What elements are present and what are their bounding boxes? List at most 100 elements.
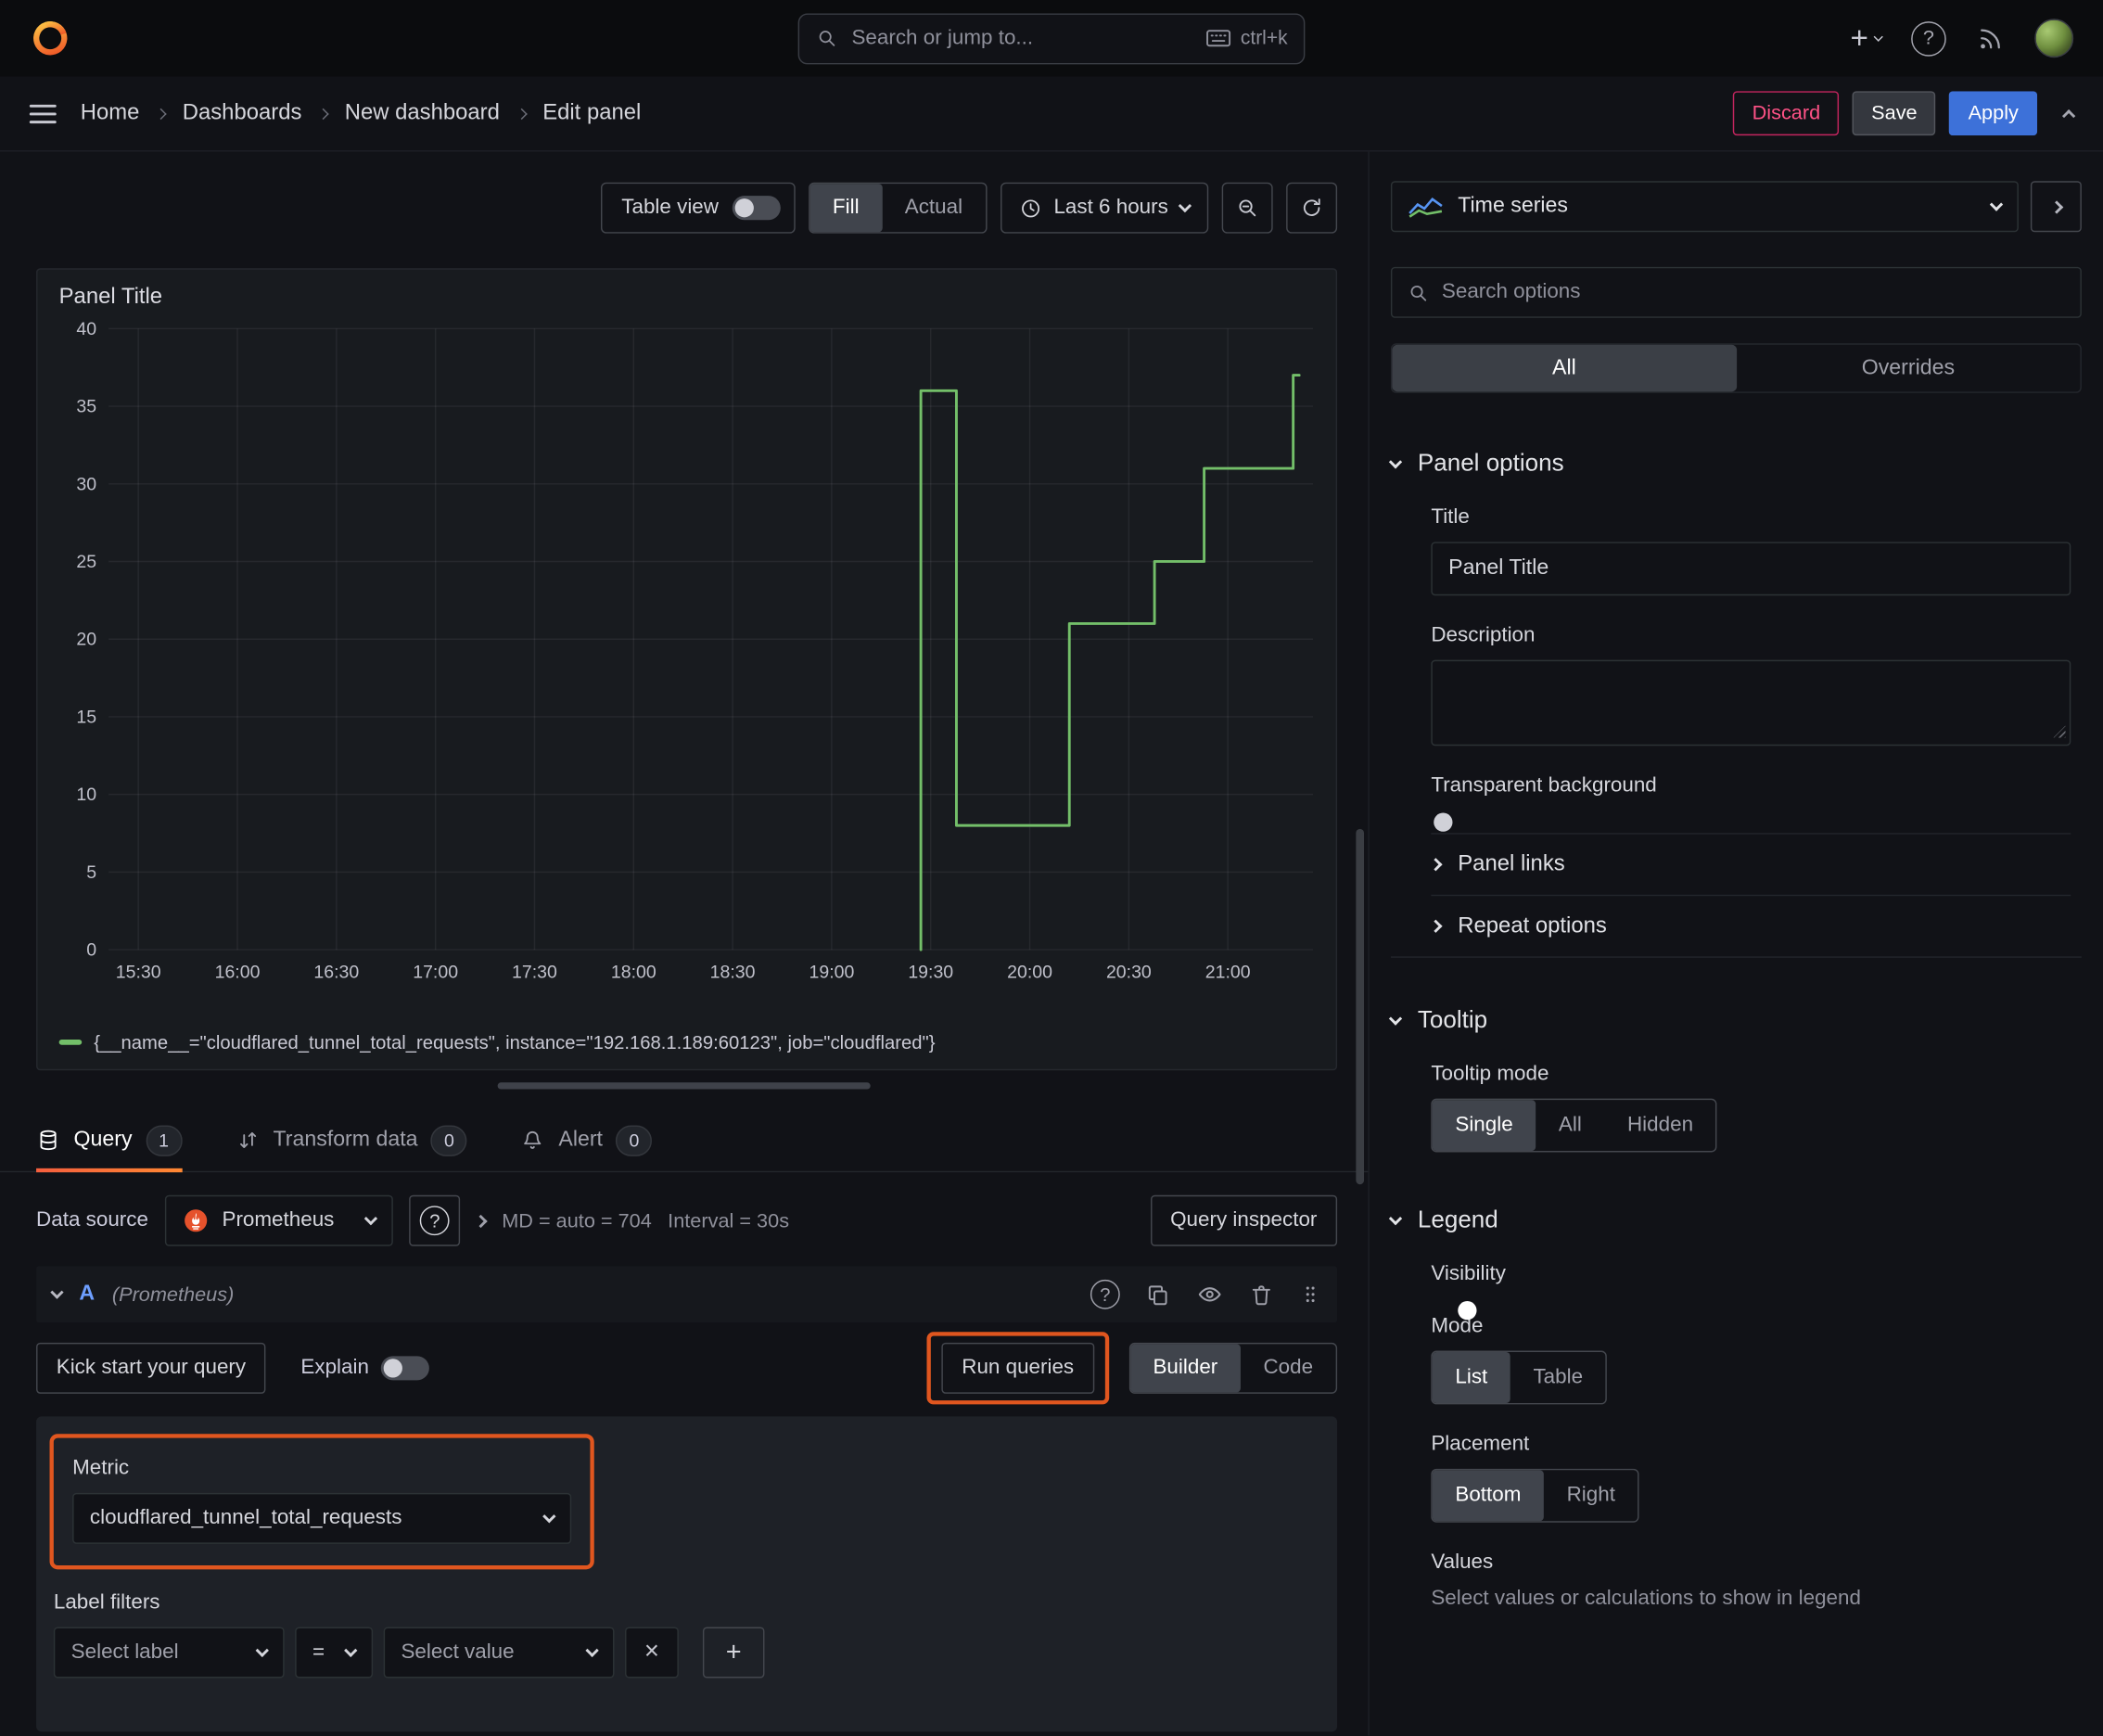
svg-text:25: 25 [76,552,96,572]
placement-label: Placement [1431,1432,1530,1456]
save-button[interactable]: Save [1852,91,1936,136]
panel-links-row[interactable]: Panel links [1429,833,2071,895]
chevron-right-icon [515,108,528,120]
pane-resize-handle[interactable] [497,1082,871,1090]
drag-handle-icon[interactable] [1300,1281,1321,1308]
operator-dropdown[interactable]: = [295,1627,374,1679]
remove-filter-button[interactable]: × [625,1627,679,1679]
legend-header[interactable]: Legend [1388,1206,2082,1233]
svg-text:18:00: 18:00 [611,962,656,982]
legend-mode-table[interactable]: Table [1510,1352,1606,1403]
label-filters-label: Label filters [53,1590,160,1615]
datasource-picker[interactable]: Prometheus [164,1194,394,1246]
trash-icon[interactable] [1249,1282,1274,1307]
add-button[interactable]: + [1850,20,1883,57]
query-row-actions: ? [1090,1279,1321,1309]
legend-series-swatch [58,1039,83,1045]
left-pane-scrollbar[interactable] [1356,828,1365,1185]
repeat-options-row[interactable]: Repeat options [1429,894,2071,957]
edit-panel-content: Table view Fill Actual Last 6 hours Pane… [0,151,2103,1736]
svg-text:15:30: 15:30 [116,962,161,982]
table-view-toggle[interactable] [732,196,781,221]
tab-all[interactable]: All [1392,344,1737,392]
query-help-icon[interactable]: ? [1090,1279,1120,1309]
panel-links-label: Panel links [1458,851,1565,876]
code-option[interactable]: Code [1241,1344,1336,1392]
legend-mode-label: Mode [1431,1314,1484,1338]
run-queries-button[interactable]: Run queries [941,1342,1094,1394]
kick-start-button[interactable]: Kick start your query [36,1342,266,1394]
header-actions: Discard Save Apply [1733,91,2076,136]
svg-text:40: 40 [76,319,96,339]
select-value-dropdown[interactable]: Select value [383,1627,615,1679]
collapse-query-icon[interactable] [50,1285,64,1299]
placement-bottom[interactable]: Bottom [1432,1470,1544,1522]
tooltip-header[interactable]: Tooltip [1388,1005,2082,1034]
placement-right[interactable]: Right [1544,1470,1638,1521]
tooltip-heading: Tooltip [1417,1005,1488,1033]
breadcrumb-dashboards[interactable]: Dashboards [183,100,302,125]
chart-legend[interactable]: {__name__="cloudflared_tunnel_total_requ… [38,1024,1336,1069]
tab-transform-data[interactable]: Transform data 0 [236,1109,468,1171]
zoom-out-icon [1239,199,1256,217]
breadcrumb-new-dashboard[interactable]: New dashboard [345,100,500,125]
search-bar[interactable]: ctrl+k [797,12,1306,64]
description-textarea[interactable] [1431,659,2071,747]
expand-options-icon[interactable] [474,1214,488,1228]
zoom-out-button[interactable] [1221,182,1273,234]
select-label-dropdown[interactable]: Select label [53,1627,285,1679]
duplicate-icon[interactable] [1145,1282,1170,1307]
menu-toggle[interactable] [29,104,57,123]
query-ref-id: A [79,1282,96,1306]
search-input[interactable] [851,26,1192,51]
chevron-down-icon [1388,1011,1403,1025]
explain-label: Explain [300,1356,369,1379]
collapsed-sections: Panel links Repeat options [1390,833,2082,958]
refresh-icon [1303,198,1320,216]
panel-preview: Panel Title 0 5 10 15 20 25 30 35 40 15:30 16:00 16… [36,268,1338,1071]
discard-button[interactable]: Discard [1733,91,1840,136]
datasource-help-button[interactable]: ? [409,1194,461,1246]
tooltip-mode-all[interactable]: All [1536,1100,1604,1151]
metric-value: cloudflared_tunnel_total_requests [89,1506,402,1529]
visualization-picker[interactable]: Time series [1390,181,2019,233]
options-search-input[interactable] [1441,280,2066,305]
metric-select[interactable]: cloudflared_tunnel_total_requests [72,1492,572,1544]
news-rss-icon[interactable] [1976,23,2006,53]
tooltip-mode-hidden[interactable]: Hidden [1604,1100,1715,1151]
help-icon[interactable]: ? [1911,20,1946,57]
repeat-options-label: Repeat options [1458,913,1607,938]
avatar[interactable] [2034,19,2074,58]
hide-response-eye-icon[interactable] [1196,1281,1223,1308]
tooltip-mode-single[interactable]: Single [1432,1100,1536,1152]
refresh-button[interactable] [1286,182,1338,234]
grafana-logo[interactable] [30,18,71,59]
fill-option[interactable]: Fill [809,184,883,233]
legend-mode-list[interactable]: List [1432,1352,1510,1403]
panel-options-body: Title Description Transparent background [1391,505,2082,798]
query-row-header: A (Prometheus) ? [36,1266,1338,1323]
options-search[interactable] [1390,266,2082,318]
actual-option[interactable]: Actual [882,184,986,232]
panel-options-header[interactable]: Panel options [1388,450,2082,478]
collapse-header-button[interactable] [2061,106,2076,123]
query-inspector-button[interactable]: Query inspector [1150,1194,1338,1246]
toggle-viz-picker-button[interactable] [2030,181,2082,233]
datasource-row: Data source Prometheus ? MD = auto = 704… [36,1194,1338,1246]
builder-option[interactable]: Builder [1129,1344,1241,1393]
tab-alert[interactable]: Alert 0 [521,1109,653,1171]
legend-placement-segmented: Bottom Right [1431,1468,1639,1523]
explain-toggle[interactable] [380,1356,430,1381]
tab-query[interactable]: Query 1 [36,1109,183,1173]
time-range-picker[interactable]: Last 6 hours [1000,182,1209,234]
panel-title-input[interactable] [1431,542,2071,596]
add-filter-button[interactable]: + [702,1627,765,1679]
svg-text:18:30: 18:30 [710,962,756,982]
tab-overrides[interactable]: Overrides [1736,345,2080,392]
bell-icon [524,1130,542,1149]
legend-mode-segmented: List Table [1431,1350,1608,1405]
table-view-label: Table view [621,196,719,219]
apply-button[interactable]: Apply [1949,91,2038,136]
breadcrumb-home[interactable]: Home [81,100,140,125]
query-count-badge: 1 [146,1124,183,1156]
